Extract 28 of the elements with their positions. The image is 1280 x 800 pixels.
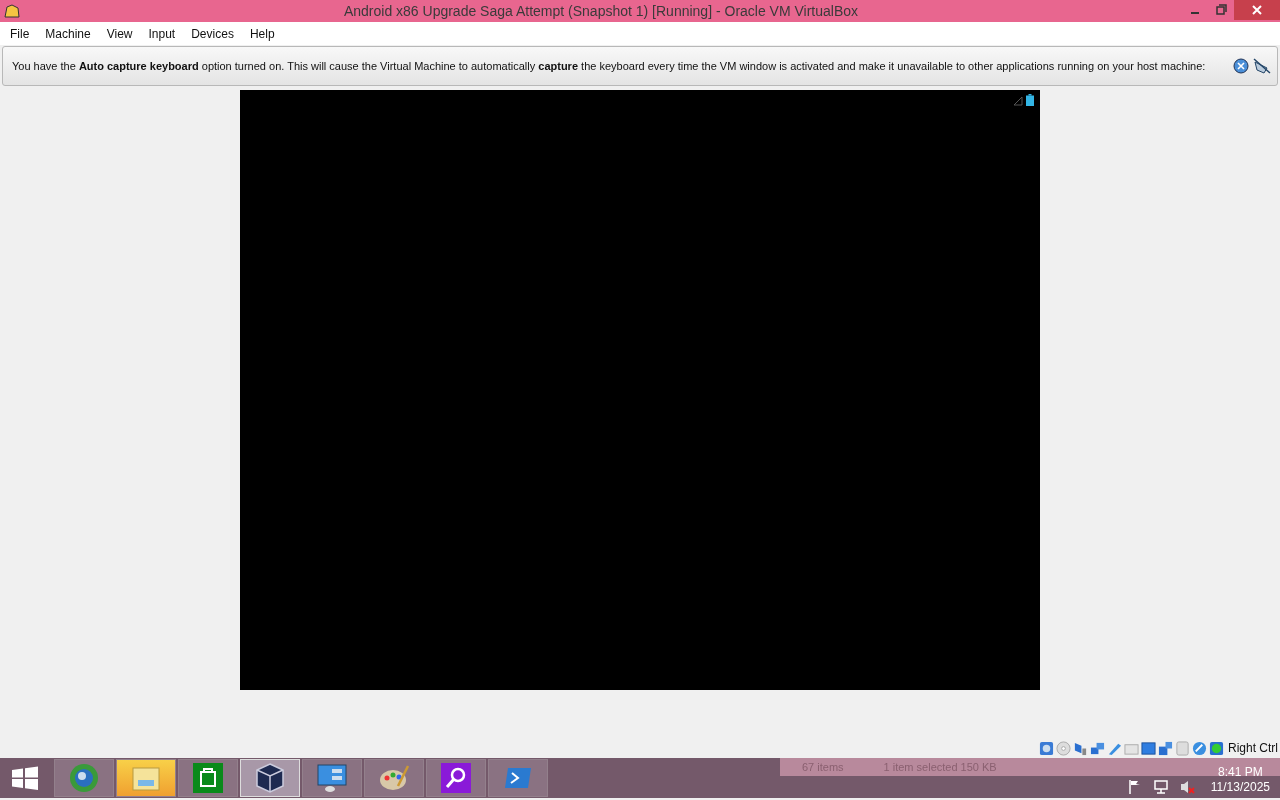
- taskbar-button[interactable]: [426, 759, 486, 797]
- time-text: 8:41 PM: [1218, 765, 1263, 780]
- cube-icon: [254, 762, 286, 794]
- taskbar-button[interactable]: [302, 759, 362, 797]
- menu-item[interactable]: Machine: [37, 26, 99, 41]
- search-icon: [440, 762, 472, 794]
- menu-item[interactable]: Devices: [183, 26, 242, 41]
- menu-item[interactable]: Help: [241, 26, 283, 41]
- globe-icon: [68, 762, 100, 794]
- shopping-bag-icon: [192, 762, 224, 794]
- menu-item[interactable]: File: [2, 26, 38, 41]
- app-icon: [4, 4, 20, 18]
- display-icon[interactable]: [1141, 740, 1156, 756]
- menu-item[interactable]: View: [98, 26, 141, 41]
- date-text: 11/13/2025: [1210, 780, 1270, 795]
- speaker-icon[interactable]: [1073, 740, 1088, 756]
- host-key-label: Right Ctrl: [1228, 741, 1278, 755]
- control-panel-icon: [316, 762, 348, 794]
- close-icon[interactable]: [1233, 58, 1249, 74]
- battery-icon: [1026, 94, 1034, 106]
- close-button[interactable]: [1234, 0, 1280, 20]
- notification-message: You have the Auto capture keyboard option turned on. This will cause the Virtual Machine to automatically capture the keyboard every time the VM window is activated and make it unavailable to other applications running on your host machine:: [12, 60, 1207, 72]
- clock[interactable]: 8:41 PM 11/13/2025: [1204, 765, 1276, 795]
- window-title: Android x86 Upgrade Saga Attempt (Snapshot 1) [Running] - Oracle VM VirtualBox: [342, 3, 860, 19]
- taskbar-button[interactable]: [178, 759, 238, 797]
- signal-icon: [1013, 96, 1023, 106]
- muted-speaker-icon[interactable]: [1178, 779, 1195, 795]
- menu-item[interactable]: Input: [140, 26, 184, 41]
